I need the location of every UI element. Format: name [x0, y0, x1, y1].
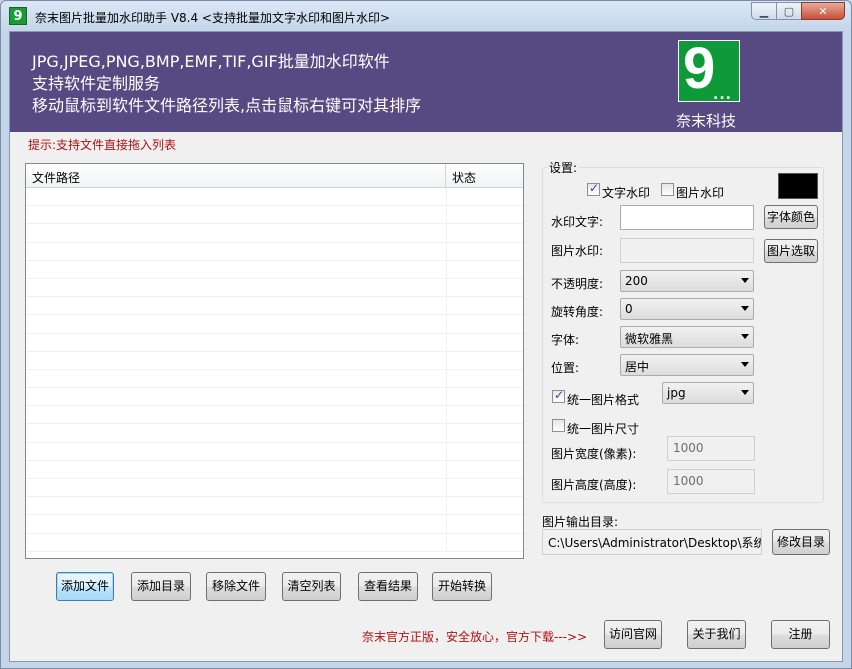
about-us-button[interactable]: 关于我们 [687, 620, 746, 649]
font-color-button[interactable]: 字体颜色 [764, 205, 818, 229]
list-row [26, 206, 523, 225]
list-row [26, 278, 523, 298]
file-list[interactable]: 文件路径 状态 [25, 163, 524, 559]
text-watermark-checkbox[interactable] [587, 181, 600, 196]
logo-number: 9 [683, 36, 716, 101]
width-label: 图片宽度(像素): [551, 447, 637, 461]
minimize-button[interactable]: ▁ [751, 2, 777, 20]
image-watermark-path-input[interactable] [620, 238, 754, 263]
position-label: 位置: [551, 361, 580, 375]
opacity-label: 不透明度: [551, 277, 604, 291]
add-file-button[interactable]: 添加文件 [56, 572, 114, 601]
image-select-button[interactable]: 图片选取 [764, 239, 818, 263]
image-watermark-path-label: 图片水印: [551, 244, 604, 258]
list-row [26, 515, 523, 534]
view-result-button[interactable]: 查看结果 [358, 572, 418, 601]
close-icon: ✕ [818, 4, 828, 18]
list-row [26, 388, 523, 407]
change-dir-button[interactable]: 修改目录 [772, 529, 830, 555]
chevron-down-icon [741, 278, 749, 283]
remove-file-button[interactable]: 移除文件 [206, 572, 266, 601]
brand-name: 奈末科技 [676, 112, 737, 130]
list-row [26, 497, 523, 516]
banner-line-custom: 支持软件定制服务 [32, 74, 161, 93]
chevron-down-icon [741, 334, 749, 339]
unify-format-checkbox[interactable] [552, 388, 565, 403]
drag-drop-tip: 提示:支持文件直接拖入列表 [28, 138, 177, 152]
unify-format-label: 统一图片格式 [567, 393, 640, 407]
watermark-text-input[interactable] [620, 205, 754, 230]
unify-size-checkbox[interactable] [552, 419, 565, 432]
font-label: 字体: [551, 333, 580, 347]
width-input[interactable]: 1000 [667, 436, 755, 461]
list-row [26, 224, 523, 243]
clear-list-button[interactable]: 清空列表 [282, 572, 341, 601]
maximize-button[interactable]: ▢ [776, 2, 802, 20]
column-header-status[interactable]: 状态 [446, 164, 523, 188]
list-row [26, 260, 523, 279]
logo-dots: ... [713, 87, 732, 103]
app-window: 9 奈末图片批量加水印助手 V8.4 <支持批量加文字水印和图片水印> ▁ ▢ … [0, 0, 852, 669]
image-watermark-checkbox[interactable] [661, 183, 674, 196]
output-dir-input[interactable]: C:\Users\Administrator\Desktop\系统之 [542, 529, 762, 555]
settings-legend: 设置: [547, 159, 580, 176]
list-row [26, 333, 523, 352]
list-row [26, 406, 523, 425]
title-bar[interactable]: 9 奈末图片批量加水印助手 V8.4 <支持批量加文字水印和图片水印> ▁ ▢ … [1, 1, 851, 31]
height-label: 图片高度(高度): [551, 478, 637, 492]
start-convert-button[interactable]: 开始转换 [432, 572, 492, 601]
list-row [26, 351, 523, 370]
opacity-value: 200 [625, 274, 648, 288]
chevron-down-icon [741, 306, 749, 311]
height-input[interactable]: 1000 [667, 469, 755, 494]
banner-line-formats: JPG,JPEG,PNG,BMP,EMF,TIF,GIF批量加水印软件 [32, 52, 390, 71]
list-row [26, 479, 523, 498]
file-list-header: 文件路径 状态 [26, 164, 523, 188]
watermark-text-label: 水印文字: [551, 215, 604, 229]
add-directory-button[interactable]: 添加目录 [131, 572, 191, 601]
maximize-icon: ▢ [783, 4, 795, 18]
list-row [26, 297, 523, 316]
list-row [26, 442, 523, 461]
chevron-down-icon [741, 390, 749, 395]
format-select[interactable]: jpg [662, 382, 754, 404]
rotation-value: 0 [625, 302, 633, 316]
banner: JPG,JPEG,PNG,BMP,EMF,TIF,GIF批量加水印软件 支持软件… [10, 32, 842, 132]
font-value: 微软雅黑 [625, 332, 674, 346]
column-header-path[interactable]: 文件路径 [26, 164, 446, 188]
app-logo-icon: 9 [9, 7, 27, 25]
unify-size-label: 统一图片尺寸 [567, 422, 640, 436]
list-row [26, 424, 523, 443]
banner-line-sort-hint: 移动鼠标到软件文件路径列表,点击鼠标右键可对其排序 [32, 96, 422, 115]
list-row [26, 460, 523, 479]
list-row [26, 242, 523, 261]
minimize-icon: ▁ [759, 4, 769, 18]
position-value: 居中 [625, 360, 650, 374]
position-select[interactable]: 居中 [620, 354, 754, 376]
rotation-label: 旋转角度: [551, 305, 604, 319]
file-list-body[interactable] [26, 188, 523, 552]
font-color-swatch[interactable] [778, 173, 818, 199]
list-row [26, 315, 523, 334]
text-watermark-label: 文字水印 [602, 186, 651, 200]
official-notice: 奈末官方正版，安全放心，官方下载--->> [362, 630, 588, 644]
rotation-select[interactable]: 0 [620, 298, 754, 320]
output-dir-label: 图片输出目录: [542, 515, 619, 529]
list-row [26, 188, 523, 207]
image-watermark-label: 图片水印 [676, 186, 725, 200]
list-row [26, 533, 523, 552]
format-value: jpg [667, 386, 686, 400]
client-area: JPG,JPEG,PNG,BMP,EMF,TIF,GIF批量加水印软件 支持软件… [9, 31, 843, 662]
window-controls: ▁ ▢ ✕ [751, 2, 845, 20]
font-select[interactable]: 微软雅黑 [620, 326, 754, 348]
opacity-select[interactable]: 200 [620, 270, 754, 292]
brand-logo: 9 ... [678, 36, 740, 103]
close-button[interactable]: ✕ [801, 2, 845, 20]
window-title: 奈末图片批量加水印助手 V8.4 <支持批量加文字水印和图片水印> [35, 11, 391, 25]
register-button[interactable]: 注册 [771, 620, 830, 649]
visit-site-button[interactable]: 访问官网 [604, 620, 662, 649]
list-row [26, 369, 523, 389]
chevron-down-icon [741, 362, 749, 367]
